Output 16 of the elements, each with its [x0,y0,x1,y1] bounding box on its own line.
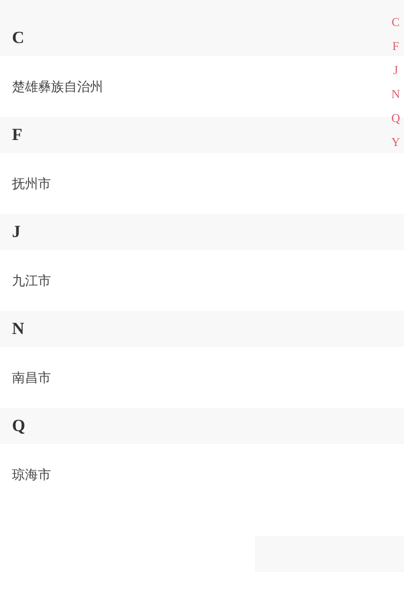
index-letter[interactable]: J [393,62,398,86]
index-letter[interactable]: N [391,86,400,110]
section-letter: F [12,125,22,145]
section-letter: C [12,28,24,48]
index-letter[interactable]: C [392,14,400,38]
index-letter[interactable]: Y [391,134,400,158]
city-item[interactable]: 南昌市 [0,347,51,408]
city-item[interactable]: 楚雄彝族自治州 [0,56,103,117]
index-letter[interactable]: Q [391,110,400,134]
section-letter: J [12,222,20,242]
index-letter[interactable]: F [392,38,399,62]
city-item[interactable]: 抚州市 [0,153,51,214]
section-letter: Q [12,416,26,436]
city-item[interactable]: 琼海市 [0,444,51,505]
city-item[interactable]: 九江市 [0,250,51,311]
section-letter: N [12,319,24,339]
